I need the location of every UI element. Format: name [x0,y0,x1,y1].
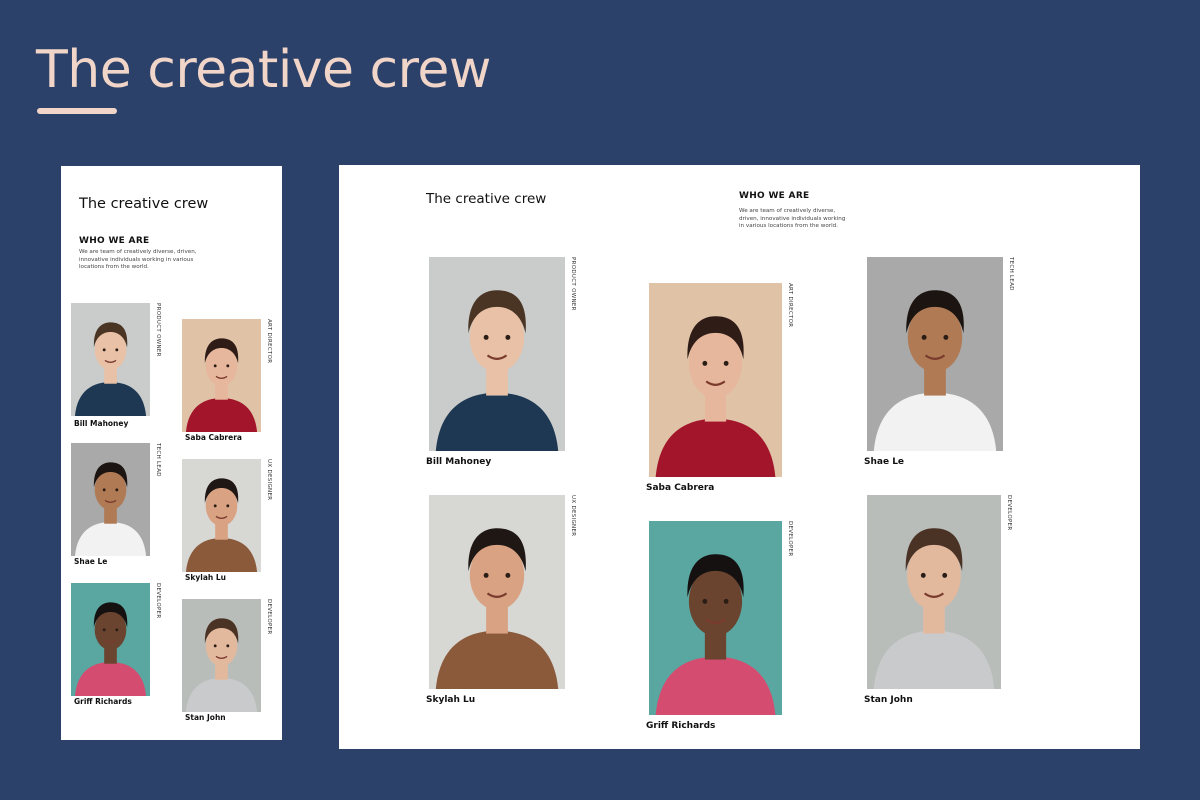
portrait-illustration [182,599,261,712]
member-role: PRODUCT OWNER [570,257,576,311]
about-heading: WHO WE ARE [79,236,150,246]
hero-underline [37,108,117,114]
member-role: PRODUCT OWNER [155,303,161,357]
portrait-illustration [649,283,782,477]
member-name: Skylah Lu [185,573,226,582]
member-name: Bill Mahoney [74,419,129,428]
desktop-preview: The creative crew WHO WE ARE We are team… [339,165,1140,749]
portrait-illustration [71,443,150,556]
portrait-illustration [71,303,150,416]
member-role: DEVELOPER [155,583,161,619]
member-photo [649,521,782,715]
member-role: ART DIRECTOR [787,283,793,328]
hero-title: The creative crew [36,40,491,100]
member-name: Griff Richards [646,721,716,731]
member-name: Griff Richards [74,697,132,706]
portrait-illustration [867,257,1003,451]
member-photo [867,495,1001,689]
portrait-illustration [867,495,1001,689]
member-photo [71,583,150,696]
member-role: DEVELOPER [1006,495,1012,531]
member-role: UX DESIGNER [570,495,576,537]
member-name: Skylah Lu [426,695,476,705]
portrait-illustration [182,319,261,432]
member-photo [182,599,261,712]
about-text: We are team of creatively diverse, drive… [79,249,197,271]
member-name: Shae Le [864,457,905,467]
member-photo [71,443,150,556]
portrait-illustration [429,495,565,689]
member-photo [867,257,1003,451]
member-photo [182,319,261,432]
member-role: TECH LEAD [155,443,161,477]
member-name: Bill Mahoney [426,457,492,467]
member-photo [429,495,565,689]
about-heading: WHO WE ARE [739,191,810,201]
member-role: UX DESIGNER [266,459,272,501]
member-name: Stan John [864,695,913,705]
member-name: Stan John [185,713,226,722]
member-name: Saba Cabrera [646,483,715,493]
portrait-illustration [182,459,261,572]
member-photo [71,303,150,416]
member-photo [429,257,565,451]
about-text: We are team of creatively diverse, drive… [739,208,846,230]
member-role: DEVELOPER [266,599,272,635]
member-name: Shae Le [74,557,108,566]
mobile-preview: The creative crew WHO WE ARE We are team… [61,166,282,740]
page-title: The creative crew [426,191,547,207]
member-role: ART DIRECTOR [266,319,272,364]
portrait-illustration [429,257,565,451]
portrait-illustration [71,583,150,696]
member-role: TECH LEAD [1008,257,1014,291]
member-photo [182,459,261,572]
member-photo [649,283,782,477]
page-title: The creative crew [79,196,209,212]
member-role: DEVELOPER [787,521,793,557]
portrait-illustration [649,521,782,715]
member-name: Saba Cabrera [185,433,242,442]
